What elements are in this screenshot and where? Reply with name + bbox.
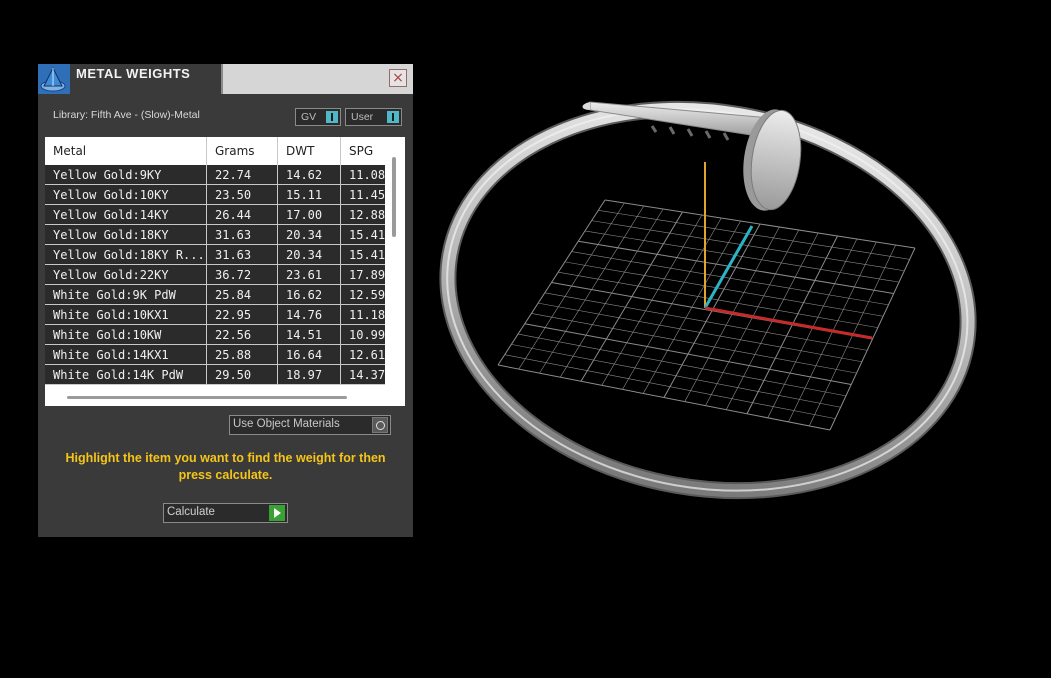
instruction-text: Highlight the item you want to find the … <box>65 451 386 482</box>
table-row[interactable]: Yellow Gold:14KY 26.44 17.00 12.88 <box>45 205 385 225</box>
grid-floor <box>497 199 916 431</box>
cell-grams: 23.50 <box>207 185 278 205</box>
cell-spg: 12.88 <box>341 205 385 225</box>
cell-metal: Yellow Gold:18KY <box>45 225 207 245</box>
app-logo-icon <box>38 64 70 94</box>
grid-line <box>504 354 836 419</box>
cell-metal: Yellow Gold:9KY <box>45 165 207 185</box>
column-header-dwt[interactable]: DWT <box>278 137 341 165</box>
cell-dwt: 20.34 <box>278 225 341 245</box>
cell-grams: 36.72 <box>207 265 278 285</box>
cell-grams: 22.56 <box>207 325 278 345</box>
use-object-materials-button[interactable]: Use Object Materials <box>229 415 391 435</box>
cell-metal: Yellow Gold:22KY <box>45 265 207 285</box>
play-arrow-icon <box>269 505 285 521</box>
cell-spg: 14.37 <box>341 365 385 385</box>
cell-metal: Yellow Gold:18KY R... <box>45 245 207 265</box>
cell-grams: 22.74 <box>207 165 278 185</box>
cell-grams: 31.63 <box>207 225 278 245</box>
viewport-canvas[interactable] <box>430 80 990 520</box>
cell-metal: White Gold:14KX1 <box>45 345 207 365</box>
cell-spg: 11.18 <box>341 305 385 325</box>
column-header-spg[interactable]: SPG <box>341 137 385 165</box>
metal-weights-panel: METAL WEIGHTS × Library: Fifth Ave - (Sl… <box>38 64 413 537</box>
table-row[interactable]: Yellow Gold:10KY 23.50 15.11 11.45 <box>45 185 385 205</box>
cell-spg: 10.99 <box>341 325 385 345</box>
cell-spg: 15.41 <box>341 225 385 245</box>
cell-metal: White Gold:10KW <box>45 325 207 345</box>
cell-spg: 12.61 <box>341 345 385 365</box>
grid-line <box>531 313 857 374</box>
cell-grams: 22.95 <box>207 305 278 325</box>
library-label: Library: Fifth Ave - (Slow)-Metal <box>53 109 200 121</box>
cell-metal: White Gold:14K PdW <box>45 365 207 385</box>
cell-metal: White Gold:9K PdW <box>45 285 207 305</box>
cell-dwt: 15.11 <box>278 185 341 205</box>
table-row[interactable]: White Gold:14KX1 25.88 16.64 12.61 <box>45 345 385 365</box>
table-row[interactable]: White Gold:9K PdW 25.84 16.62 12.59 <box>45 285 385 305</box>
vertical-scrollbar[interactable] <box>392 157 396 237</box>
grid-line <box>497 364 831 431</box>
gv-toggle[interactable]: GV <box>295 108 341 126</box>
cell-metal: White Gold:10KX1 <box>45 305 207 325</box>
x-axis-line <box>704 306 873 340</box>
calculate-label: Calculate <box>167 506 215 518</box>
cell-dwt: 14.51 <box>278 325 341 345</box>
cell-dwt: 20.34 <box>278 245 341 265</box>
cell-spg: 11.08 <box>341 165 385 185</box>
cell-spg: 12.59 <box>341 285 385 305</box>
cell-spg: 11.45 <box>341 185 385 205</box>
table-body: Yellow Gold:9KY 22.74 14.62 11.08 Yellow Gol… <box>45 165 385 385</box>
cell-dwt: 14.62 <box>278 165 341 185</box>
cell-spg: 15.41 <box>341 245 385 265</box>
title-separator <box>221 64 223 94</box>
table-row[interactable]: White Gold:10KW 22.56 14.51 10.99 <box>45 325 385 345</box>
panel-title: METAL WEIGHTS <box>76 66 191 81</box>
table-row[interactable]: Yellow Gold:9KY 22.74 14.62 11.08 <box>45 165 385 185</box>
table-row[interactable]: White Gold:10KX1 22.95 14.76 11.18 <box>45 305 385 325</box>
cell-dwt: 16.64 <box>278 345 341 365</box>
cell-metal: Yellow Gold:10KY <box>45 185 207 205</box>
cell-dwt: 18.97 <box>278 365 341 385</box>
user-toggle[interactable]: User <box>345 108 402 126</box>
user-toggle-switch-icon <box>387 111 399 123</box>
table-row[interactable]: Yellow Gold:18KY R... 31.63 20.34 15.41 <box>45 245 385 265</box>
cell-grams: 25.84 <box>207 285 278 305</box>
cell-dwt: 23.61 <box>278 265 341 285</box>
calculate-button[interactable]: Calculate <box>163 503 288 523</box>
user-toggle-label: User <box>351 111 374 123</box>
cell-dwt: 17.00 <box>278 205 341 225</box>
horizontal-scrollbar[interactable] <box>67 396 347 399</box>
table-row[interactable]: Yellow Gold:18KY 31.63 20.34 15.41 <box>45 225 385 245</box>
cell-dwt: 14.76 <box>278 305 341 325</box>
cell-spg: 17.89 <box>341 265 385 285</box>
metal-table: Metal Grams DWT SPG Yellow Gold:9KY 22.74… <box>45 137 405 406</box>
z-axis-line <box>703 225 754 309</box>
radio-icon <box>372 417 388 433</box>
grid-line <box>524 323 852 385</box>
cell-dwt: 16.62 <box>278 285 341 305</box>
table-header: Metal Grams DWT SPG <box>45 137 385 165</box>
title-bar[interactable]: METAL WEIGHTS × <box>38 64 413 94</box>
table-row[interactable]: Yellow Gold:22KY 36.72 23.61 17.89 <box>45 265 385 285</box>
grid-line <box>538 302 862 363</box>
cell-grams: 26.44 <box>207 205 278 225</box>
grid-line <box>518 333 846 397</box>
column-header-metal[interactable]: Metal <box>45 137 207 165</box>
cell-grams: 31.63 <box>207 245 278 265</box>
column-header-grams[interactable]: Grams <box>207 137 278 165</box>
close-button[interactable]: × <box>389 69 407 87</box>
grid-line <box>829 247 916 431</box>
cell-grams: 25.88 <box>207 345 278 365</box>
3d-viewport[interactable] <box>430 80 990 520</box>
use-object-materials-label: Use Object Materials <box>233 418 340 430</box>
gv-toggle-label: GV <box>301 111 317 123</box>
gv-toggle-switch-icon <box>326 111 338 123</box>
cell-grams: 29.50 <box>207 365 278 385</box>
cell-metal: Yellow Gold:14KY <box>45 205 207 225</box>
table-row[interactable]: White Gold:14K PdW 29.50 18.97 14.37 <box>45 365 385 385</box>
